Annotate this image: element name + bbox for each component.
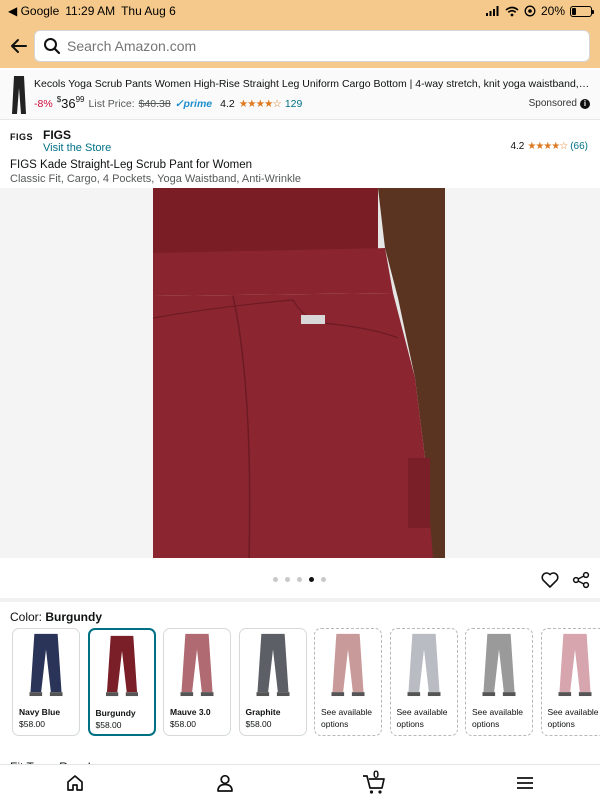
swatch-image bbox=[558, 633, 591, 697]
location-lock-icon bbox=[524, 5, 536, 17]
battery-level bbox=[572, 7, 576, 15]
gallery-dot[interactable] bbox=[297, 577, 302, 582]
back-arrow-icon[interactable] bbox=[8, 32, 30, 60]
brand-name: FIGS bbox=[43, 128, 72, 142]
color-selector-label: Color: Burgundy bbox=[10, 610, 102, 624]
list-price-label: List Price: bbox=[88, 97, 135, 110]
bottom-navigation: 0 bbox=[0, 764, 600, 800]
see-options-text: See available options bbox=[548, 706, 600, 730]
color-swatch[interactable]: Graphite $58.00 bbox=[238, 628, 307, 736]
swatch-name: Graphite bbox=[245, 707, 281, 717]
gallery-pagination[interactable] bbox=[273, 577, 326, 582]
rating-value: 4.2 bbox=[510, 141, 525, 152]
sponsored-product-image[interactable] bbox=[8, 74, 30, 116]
review-count[interactable]: (66) bbox=[570, 141, 588, 152]
swatch-image bbox=[29, 633, 63, 697]
sponsored-title[interactable]: Kecols Yoga Scrub Pants Women High-Rise … bbox=[34, 78, 590, 90]
cart-button[interactable]: 0 bbox=[362, 769, 388, 795]
search-header bbox=[0, 28, 600, 64]
battery-icon bbox=[570, 5, 594, 17]
rating-stars: ★★★★☆ bbox=[527, 141, 568, 152]
sponsored-badge[interactable]: Sponsored i bbox=[529, 98, 590, 109]
status-time: 11:29 AM bbox=[65, 4, 116, 18]
visit-store-link[interactable]: Visit the Store bbox=[43, 142, 111, 154]
search-bar[interactable] bbox=[34, 30, 590, 62]
sponsored-price: $3699 bbox=[56, 95, 85, 111]
swatch-image bbox=[180, 633, 214, 697]
home-icon[interactable] bbox=[65, 773, 85, 793]
swatch-image bbox=[331, 633, 365, 697]
product-image[interactable] bbox=[153, 188, 445, 558]
product-rating[interactable]: 4.2 ★★★★☆ (66) bbox=[510, 141, 588, 152]
see-options-line1: See available bbox=[472, 707, 524, 717]
color-label-prefix: Color: bbox=[10, 610, 46, 624]
account-icon[interactable] bbox=[215, 773, 235, 793]
swatch-name: Navy Blue bbox=[19, 707, 61, 717]
color-swatches: Navy Blue $58.00 Burgundy $58.00 Mauve 3.0 $5… bbox=[12, 628, 600, 738]
see-options-line2: options bbox=[321, 719, 349, 729]
see-options-line2: options bbox=[396, 719, 424, 729]
swatch-price: $58.00 bbox=[95, 720, 122, 730]
back-to-app-link[interactable]: ◀ Google bbox=[8, 4, 59, 18]
see-options-line1: See available bbox=[321, 707, 373, 717]
see-options-line1: See available bbox=[396, 707, 448, 717]
swatch-image bbox=[105, 635, 138, 697]
swatch-image bbox=[256, 633, 289, 697]
color-swatch[interactable]: Burgundy $58.00 bbox=[87, 628, 156, 736]
color-swatch[interactable]: See available options bbox=[540, 628, 600, 736]
heart-icon[interactable] bbox=[541, 571, 559, 589]
search-input[interactable] bbox=[67, 38, 547, 54]
swatch-name: Burgundy bbox=[95, 708, 136, 718]
swatch-image bbox=[482, 633, 516, 697]
cart-count: 0 bbox=[373, 769, 380, 781]
sponsored-product[interactable]: Kecols Yoga Scrub Pants Women High-Rise … bbox=[0, 70, 600, 120]
gallery-dot[interactable] bbox=[321, 577, 326, 582]
sponsored-stars: ★★★★☆ bbox=[238, 97, 282, 110]
swatch-name: Mauve 3.0 bbox=[170, 707, 211, 717]
color-swatch[interactable]: See available options bbox=[314, 628, 382, 736]
status-bar: ◀ Google 11:29 AM Thu Aug 6 20% bbox=[0, 0, 600, 22]
brand-logo: FIGS bbox=[10, 132, 34, 142]
color-swatch[interactable]: See available options bbox=[389, 628, 458, 736]
discount-percent: -8% bbox=[34, 97, 53, 110]
search-icon[interactable] bbox=[43, 37, 61, 55]
sponsored-rating: 4.2 bbox=[220, 97, 235, 110]
list-price: $40.38 bbox=[138, 97, 171, 110]
color-swatch[interactable]: Navy Blue $58.00 bbox=[12, 628, 80, 736]
section-divider bbox=[0, 598, 600, 602]
see-options-text: See available options bbox=[472, 706, 532, 730]
see-options-line1: See available bbox=[547, 707, 599, 717]
see-options-text: See available options bbox=[397, 706, 457, 730]
see-options-line2: options bbox=[472, 719, 500, 729]
see-options-text: See available options bbox=[321, 706, 381, 730]
gallery-dot[interactable] bbox=[309, 577, 314, 582]
sponsored-label: Sponsored bbox=[528, 98, 577, 109]
info-icon[interactable]: i bbox=[580, 98, 590, 109]
prime-badge: ✓prime bbox=[174, 97, 213, 110]
brand-row: FIGS FIGS Visit the Store 4.2 ★★★★☆ (66) bbox=[0, 126, 600, 156]
product-title: FIGS Kade Straight-Leg Scrub Pant for Wo… bbox=[10, 159, 253, 171]
sponsored-review-count[interactable]: 129 bbox=[285, 98, 303, 110]
status-date: Thu Aug 6 bbox=[121, 4, 176, 18]
gallery-dot[interactable] bbox=[273, 577, 278, 582]
color-swatch[interactable]: See available options bbox=[465, 628, 533, 736]
sponsored-price-line: -8% $3699 List Price: $40.38 ✓prime 4.2 … bbox=[34, 95, 303, 111]
wifi-icon bbox=[505, 6, 519, 16]
signal-icon bbox=[485, 6, 499, 16]
selected-color: Burgundy bbox=[45, 610, 103, 624]
battery-percent: 20% bbox=[540, 4, 565, 18]
color-swatch[interactable]: Mauve 3.0 $58.00 bbox=[163, 628, 231, 736]
menu-icon[interactable] bbox=[515, 773, 535, 793]
see-options-line2: options bbox=[547, 719, 575, 729]
gallery-dot[interactable] bbox=[285, 577, 290, 582]
swatch-price: $58.00 bbox=[19, 719, 45, 729]
swatch-price: $58.00 bbox=[245, 719, 272, 729]
share-icon[interactable] bbox=[572, 571, 590, 589]
swatch-price: $58.00 bbox=[170, 719, 196, 729]
swatch-image bbox=[407, 633, 440, 697]
product-subtitle: Classic Fit, Cargo, 4 Pockets, Yoga Wais… bbox=[10, 173, 302, 185]
top-header: ◀ Google 11:29 AM Thu Aug 6 20% bbox=[0, 0, 600, 68]
